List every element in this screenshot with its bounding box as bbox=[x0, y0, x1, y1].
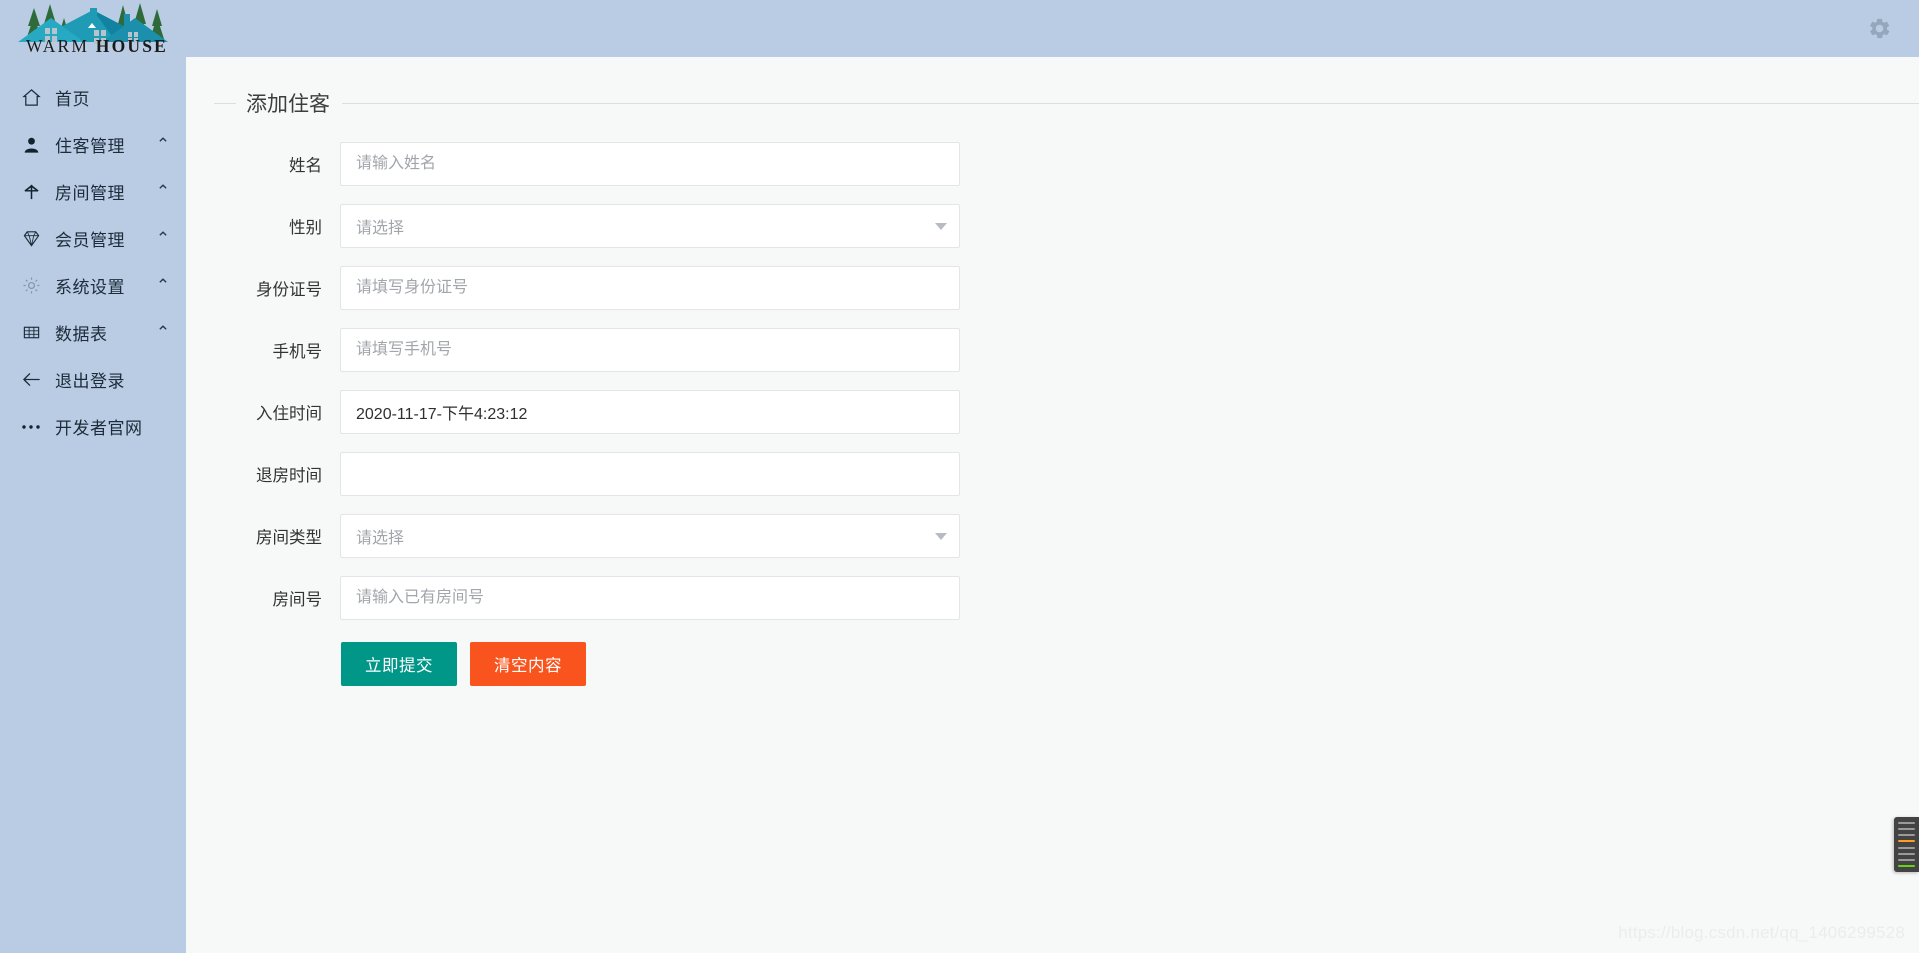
topbar bbox=[186, 0, 1919, 57]
brand-name-part1: WARM bbox=[25, 36, 90, 56]
widget-line-orange bbox=[1898, 840, 1915, 843]
page-title: 添加住客 bbox=[246, 93, 330, 116]
gear-icon bbox=[20, 275, 42, 297]
main-area: 添加住客 姓名 性别 bbox=[186, 0, 1919, 953]
sidebar-item-room-management[interactable]: 房间管理 ⌃ bbox=[0, 168, 186, 215]
field-wrap: 请选择 bbox=[340, 514, 960, 558]
chevron-up-icon[interactable]: ⌃ bbox=[156, 276, 170, 295]
form-row-checkin-time: 入住时间 bbox=[214, 390, 1919, 434]
room-type-select[interactable]: 请选择 bbox=[340, 514, 960, 558]
watermark-text: https://blog.csdn.net/qq_1406299528 bbox=[1618, 923, 1905, 942]
field-wrap: 请选择 bbox=[340, 204, 960, 248]
sidebar-item-chevron bbox=[156, 91, 170, 105]
sidebar: WARM HOUSE 首页 住客管理 ⌃ 房间管理 ⌃ 会员管理 ⌃ 系统设置 … bbox=[0, 0, 186, 953]
form-row-id-number: 身份证号 bbox=[214, 266, 1919, 310]
brand-name-part2: HOUSE bbox=[95, 36, 169, 56]
name-input[interactable] bbox=[340, 142, 960, 186]
field-label: 退房时间 bbox=[256, 467, 322, 485]
sidebar-item-developer-site[interactable]: 开发者官网 bbox=[0, 403, 186, 450]
sidebar-item-label: 开发者官网 bbox=[55, 419, 143, 438]
home-icon bbox=[20, 87, 42, 109]
sidebar-item-guest-management[interactable]: 住客管理 ⌃ bbox=[0, 121, 186, 168]
submit-button[interactable]: 立即提交 bbox=[341, 642, 457, 686]
field-wrap bbox=[340, 266, 960, 310]
sidebar-item-label: 退出登录 bbox=[55, 372, 125, 391]
form-row-room-type: 房间类型 请选择 bbox=[214, 514, 1919, 558]
sidebar-item-label: 首页 bbox=[55, 90, 90, 109]
legend-dash bbox=[214, 102, 236, 104]
sidebar-item-label: 数据表 bbox=[55, 325, 108, 344]
widget-line-green bbox=[1898, 864, 1915, 867]
sidebar-item-chevron bbox=[156, 373, 170, 387]
field-wrap bbox=[340, 576, 960, 620]
field-label: 手机号 bbox=[272, 343, 323, 361]
sidebar-item-logout[interactable]: 退出登录 bbox=[0, 356, 186, 403]
ellipsis-icon bbox=[20, 416, 42, 438]
widget-line bbox=[1898, 828, 1915, 831]
chevron-up-icon[interactable]: ⌃ bbox=[156, 323, 170, 342]
panel-legend: 添加住客 bbox=[214, 90, 1919, 116]
form-row-gender: 性别 请选择 bbox=[214, 204, 1919, 248]
widget-line bbox=[1898, 834, 1915, 837]
checkin-time-input[interactable] bbox=[340, 390, 960, 434]
sidebar-item-label: 系统设置 bbox=[55, 278, 125, 297]
phone-input[interactable] bbox=[340, 328, 960, 372]
reset-button[interactable]: 清空内容 bbox=[470, 642, 586, 686]
field-label: 身份证号 bbox=[256, 281, 322, 299]
diamond-icon bbox=[20, 228, 42, 250]
field-wrap bbox=[340, 390, 960, 434]
form-row-room-number: 房间号 bbox=[214, 576, 1919, 620]
id-number-input[interactable] bbox=[340, 266, 960, 310]
app-root: WARM HOUSE 首页 住客管理 ⌃ 房间管理 ⌃ 会员管理 ⌃ 系统设置 … bbox=[0, 0, 1919, 953]
widget-line bbox=[1898, 858, 1915, 861]
field-wrap bbox=[340, 328, 960, 372]
legend-line bbox=[342, 102, 1919, 104]
field-wrap bbox=[340, 452, 960, 496]
sidebar-item-data-table[interactable]: 数据表 ⌃ bbox=[0, 309, 186, 356]
chevron-up-icon[interactable]: ⌃ bbox=[156, 135, 170, 154]
field-label: 姓名 bbox=[289, 157, 322, 175]
field-label: 房间类型 bbox=[256, 529, 322, 547]
chevron-up-icon[interactable]: ⌃ bbox=[156, 229, 170, 248]
brand-logo[interactable]: WARM HOUSE bbox=[0, 0, 186, 68]
field-label: 入住时间 bbox=[256, 405, 322, 423]
chevron-up-icon[interactable]: ⌃ bbox=[156, 182, 170, 201]
sidebar-nav: 首页 住客管理 ⌃ 房间管理 ⌃ 会员管理 ⌃ 系统设置 ⌃ 数据表 ⌃ 退出登… bbox=[0, 68, 186, 450]
widget-line bbox=[1898, 852, 1915, 855]
checkout-time-input[interactable] bbox=[340, 452, 960, 496]
sidebar-item-label: 房间管理 bbox=[55, 184, 125, 203]
brand-name: WARM HOUSE bbox=[8, 36, 186, 57]
form-row-name: 姓名 bbox=[214, 142, 1919, 186]
field-label: 性别 bbox=[289, 219, 322, 237]
settings-gear-button[interactable] bbox=[1864, 14, 1894, 44]
widget-line bbox=[1898, 846, 1915, 849]
field-label: 房间号 bbox=[272, 591, 323, 609]
sidebar-item-label: 住客管理 bbox=[55, 137, 125, 156]
gender-select[interactable]: 请选择 bbox=[340, 204, 960, 248]
form-row-phone: 手机号 bbox=[214, 328, 1919, 372]
form-actions: 立即提交 清空内容 bbox=[340, 642, 1919, 686]
form-row-checkout-time: 退房时间 bbox=[214, 452, 1919, 496]
bed-icon bbox=[20, 181, 42, 203]
sidebar-item-chevron bbox=[156, 420, 170, 434]
add-guest-form: 姓名 性别 请选择 bbox=[214, 116, 1919, 686]
room-type-select-value: 请选择 bbox=[356, 530, 405, 547]
floating-code-widget[interactable] bbox=[1894, 817, 1919, 872]
table-icon bbox=[20, 322, 42, 344]
field-wrap bbox=[340, 142, 960, 186]
widget-line bbox=[1898, 822, 1915, 824]
sidebar-item-member-management[interactable]: 会员管理 ⌃ bbox=[0, 215, 186, 262]
sidebar-item-label: 会员管理 bbox=[55, 231, 125, 250]
gender-select-value: 请选择 bbox=[356, 220, 405, 237]
gear-icon bbox=[1869, 18, 1889, 39]
user-icon bbox=[20, 134, 42, 156]
content-area: 添加住客 姓名 性别 bbox=[186, 57, 1919, 953]
room-number-input[interactable] bbox=[340, 576, 960, 620]
add-guest-panel: 添加住客 姓名 性别 bbox=[214, 90, 1919, 686]
arrow-left-icon bbox=[20, 369, 42, 391]
sidebar-item-system-settings[interactable]: 系统设置 ⌃ bbox=[0, 262, 186, 309]
sidebar-item-home[interactable]: 首页 bbox=[0, 74, 186, 121]
